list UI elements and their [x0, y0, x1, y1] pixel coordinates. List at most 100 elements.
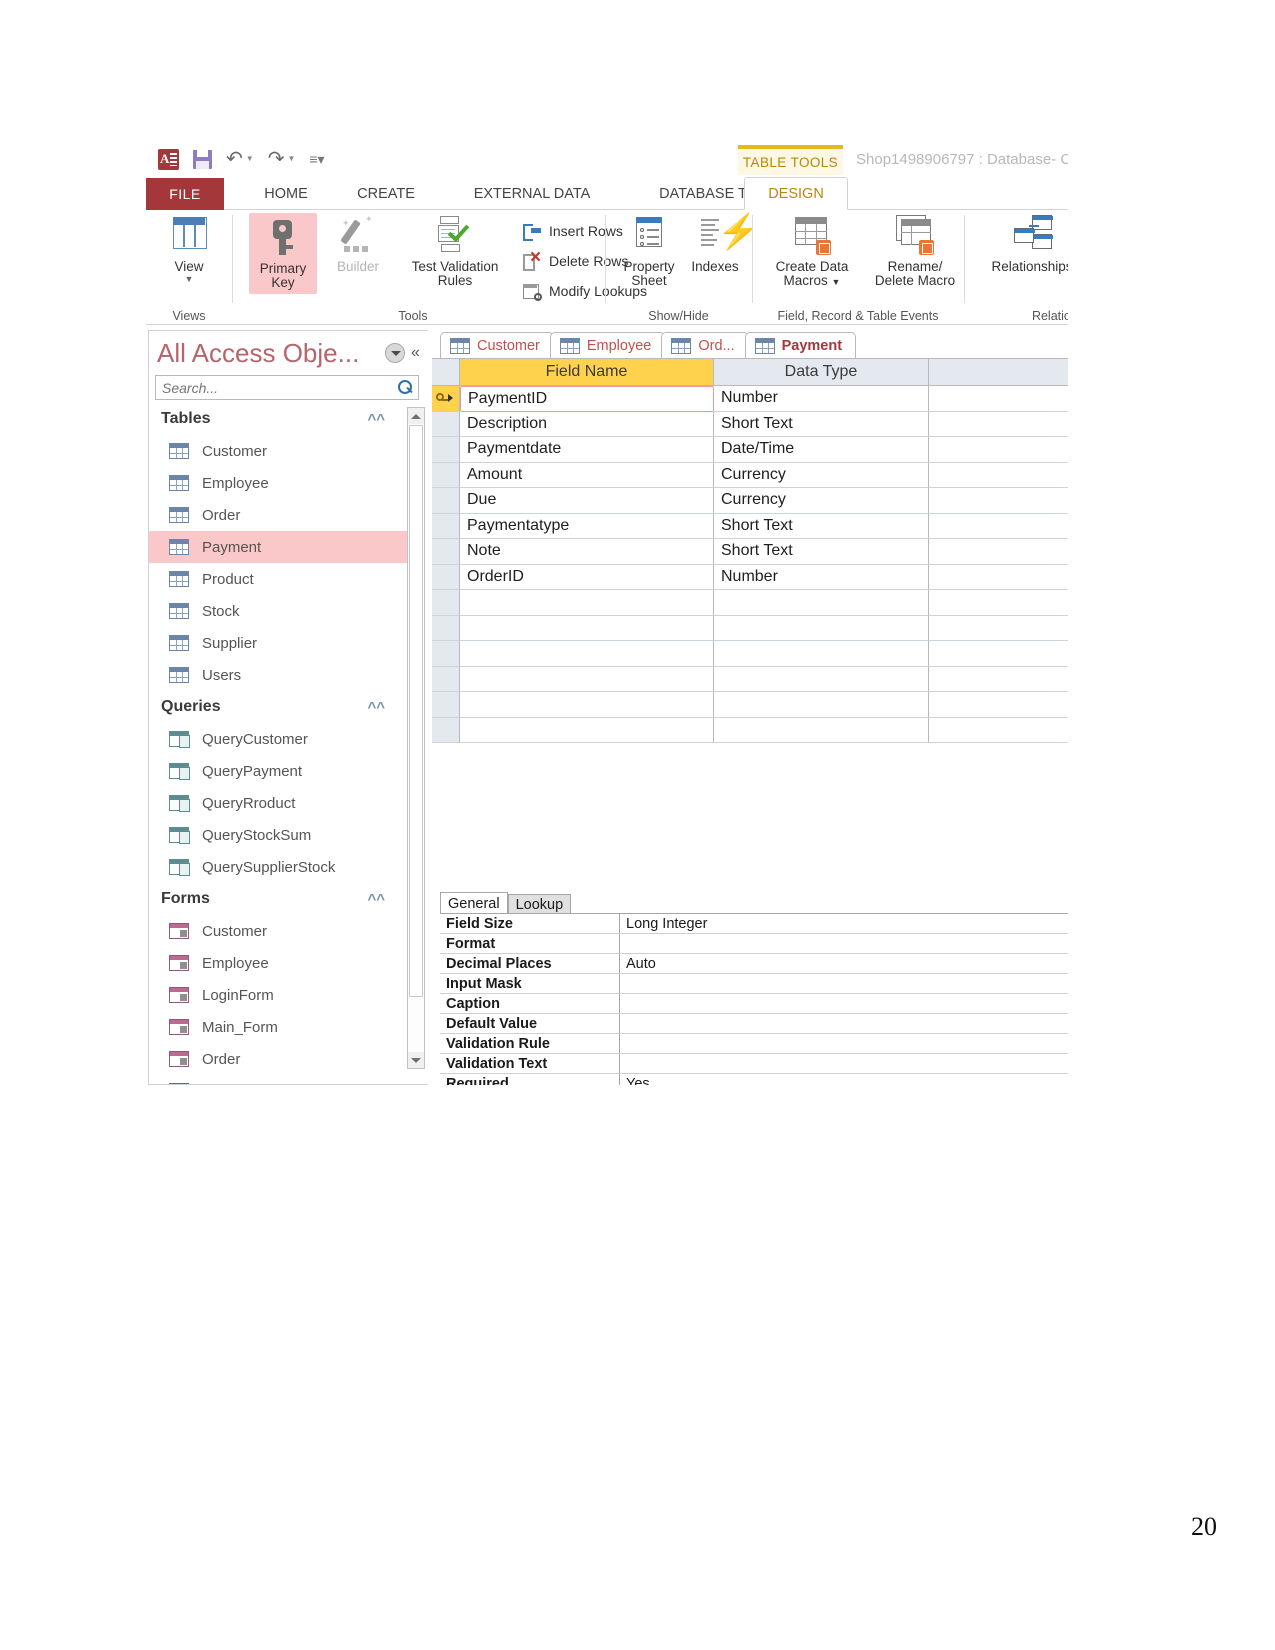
- property-row-validation-rule[interactable]: Validation Rule: [440, 1034, 1068, 1054]
- nav-item-table-employee[interactable]: Employee: [149, 467, 409, 499]
- field-name-cell[interactable]: [460, 641, 714, 667]
- scroll-down-arrow-icon[interactable]: [408, 1052, 424, 1068]
- design-row-empty[interactable]: [432, 641, 1068, 667]
- chevron-up-icon[interactable]: ^^: [367, 891, 385, 908]
- tab-lookup[interactable]: Lookup: [507, 894, 572, 914]
- field-name-cell[interactable]: Note: [460, 539, 714, 565]
- data-type-cell[interactable]: Number: [714, 564, 929, 590]
- chevron-up-icon[interactable]: ^^: [367, 411, 385, 428]
- property-value[interactable]: [620, 1034, 1068, 1053]
- chevron-up-icon[interactable]: ^^: [367, 699, 385, 716]
- row-selector[interactable]: [432, 692, 460, 718]
- design-row-empty[interactable]: [432, 717, 1068, 743]
- data-type-cell[interactable]: [714, 615, 929, 641]
- property-row-caption[interactable]: Caption: [440, 994, 1068, 1014]
- row-selector[interactable]: [432, 564, 460, 590]
- redo-icon[interactable]: ↷ ▼: [268, 149, 296, 169]
- field-name-cell[interactable]: Paymentdate: [460, 437, 714, 463]
- field-name-cell[interactable]: Due: [460, 488, 714, 514]
- field-name-cell[interactable]: OrderID: [460, 564, 714, 590]
- property-row-format[interactable]: Format: [440, 934, 1068, 954]
- field-name-cell[interactable]: Paymentatype: [460, 513, 714, 539]
- primary-key-button[interactable]: Primary Key: [249, 213, 317, 295]
- indexes-button[interactable]: ⚡ Indexes: [684, 213, 759, 274]
- nav-item-table-stock[interactable]: Stock: [149, 595, 409, 627]
- row-selector[interactable]: [432, 615, 460, 641]
- nav-item-query-stocksum[interactable]: QueryStockSum: [149, 819, 409, 851]
- nav-item-table-customer[interactable]: Customer: [149, 435, 409, 467]
- nav-item-table-supplier[interactable]: Supplier: [149, 627, 409, 659]
- column-header-field-name[interactable]: Field Name: [460, 359, 714, 386]
- property-row-field-size[interactable]: Field Size Long Integer: [440, 914, 1068, 934]
- row-selector[interactable]: [432, 590, 460, 616]
- property-value[interactable]: Auto: [620, 954, 1068, 973]
- row-selector[interactable]: [432, 717, 460, 743]
- document-tab-order[interactable]: Ord...: [661, 332, 749, 358]
- row-selector-primary-key[interactable]: [432, 386, 460, 412]
- description-cell[interactable]: [929, 514, 1068, 539]
- field-name-cell[interactable]: [460, 615, 714, 641]
- property-row-decimal-places[interactable]: Decimal Places Auto: [440, 954, 1068, 974]
- data-type-cell[interactable]: [714, 641, 929, 667]
- field-name-cell[interactable]: [460, 692, 714, 718]
- data-type-cell[interactable]: [714, 590, 929, 616]
- search-input[interactable]: [156, 376, 394, 399]
- design-row-amount[interactable]: Amount Currency: [432, 462, 1068, 488]
- description-cell[interactable]: [929, 667, 1068, 692]
- nav-item-form-order[interactable]: Order: [149, 1043, 409, 1075]
- field-name-cell[interactable]: [460, 666, 714, 692]
- document-tab-payment[interactable]: Payment: [744, 332, 857, 358]
- row-selector[interactable]: [432, 411, 460, 437]
- navigation-pane-dropdown-icon[interactable]: [385, 343, 405, 363]
- nav-group-header-queries[interactable]: Queries ^^: [149, 691, 409, 723]
- nav-item-table-payment[interactable]: Payment: [149, 531, 409, 563]
- property-row-default-value[interactable]: Default Value: [440, 1014, 1068, 1034]
- row-selector[interactable]: [432, 488, 460, 514]
- create-data-macros-dropdown-arrow[interactable]: ▼: [832, 277, 841, 287]
- property-row-input-mask[interactable]: Input Mask: [440, 974, 1068, 994]
- design-row-paymentdate[interactable]: Paymentdate Date/Time: [432, 437, 1068, 463]
- nav-item-table-product[interactable]: Product: [149, 563, 409, 595]
- tab-home[interactable]: HOME: [243, 178, 329, 210]
- scroll-up-arrow-icon[interactable]: [408, 408, 424, 424]
- row-selector[interactable]: [432, 666, 460, 692]
- navigation-object-list[interactable]: Tables ^^ Customer Employee Order Paymen…: [149, 403, 409, 1084]
- row-selector[interactable]: [432, 539, 460, 565]
- design-row-note[interactable]: Note Short Text: [432, 539, 1068, 565]
- property-value[interactable]: [620, 1054, 1068, 1073]
- property-value[interactable]: [620, 994, 1068, 1013]
- rename-delete-macro-button[interactable]: Rename/ Delete Macro: [865, 213, 965, 288]
- navigation-pane-scrollbar[interactable]: [407, 407, 425, 1069]
- property-value[interactable]: [620, 934, 1068, 953]
- description-cell[interactable]: [929, 718, 1068, 743]
- tab-create[interactable]: CREATE: [336, 178, 436, 210]
- description-cell[interactable]: [929, 463, 1068, 488]
- design-row-orderid[interactable]: OrderID Number: [432, 564, 1068, 590]
- design-row-empty[interactable]: [432, 692, 1068, 718]
- tab-file[interactable]: FILE: [146, 178, 224, 210]
- row-selector[interactable]: [432, 513, 460, 539]
- nav-group-header-tables[interactable]: Tables ^^: [149, 403, 409, 435]
- property-value[interactable]: Yes: [620, 1074, 1068, 1086]
- description-cell[interactable]: [929, 590, 1068, 616]
- property-value[interactable]: [620, 974, 1068, 993]
- data-type-cell[interactable]: Currency: [714, 488, 929, 514]
- design-row-due[interactable]: Due Currency: [432, 488, 1068, 514]
- design-row-empty[interactable]: [432, 590, 1068, 616]
- view-button[interactable]: View ▼: [158, 213, 220, 285]
- search-box[interactable]: [155, 375, 419, 400]
- scrollbar-thumb[interactable]: [409, 425, 423, 997]
- design-row-empty[interactable]: [432, 615, 1068, 641]
- row-selector[interactable]: [432, 462, 460, 488]
- design-row-paymentid[interactable]: PaymentID Number: [432, 386, 1068, 412]
- nav-item-form-employee[interactable]: Employee: [149, 947, 409, 979]
- nav-item-query-customer[interactable]: QueryCustomer: [149, 723, 409, 755]
- description-cell[interactable]: [929, 412, 1068, 437]
- nav-item-form-main-form[interactable]: Main_Form: [149, 1011, 409, 1043]
- property-value[interactable]: [620, 1014, 1068, 1033]
- nav-item-form-customer[interactable]: Customer: [149, 915, 409, 947]
- view-dropdown-arrow[interactable]: ▼: [185, 274, 194, 284]
- row-selector[interactable]: [432, 437, 460, 463]
- design-row-empty[interactable]: [432, 666, 1068, 692]
- field-name-cell[interactable]: [460, 717, 714, 743]
